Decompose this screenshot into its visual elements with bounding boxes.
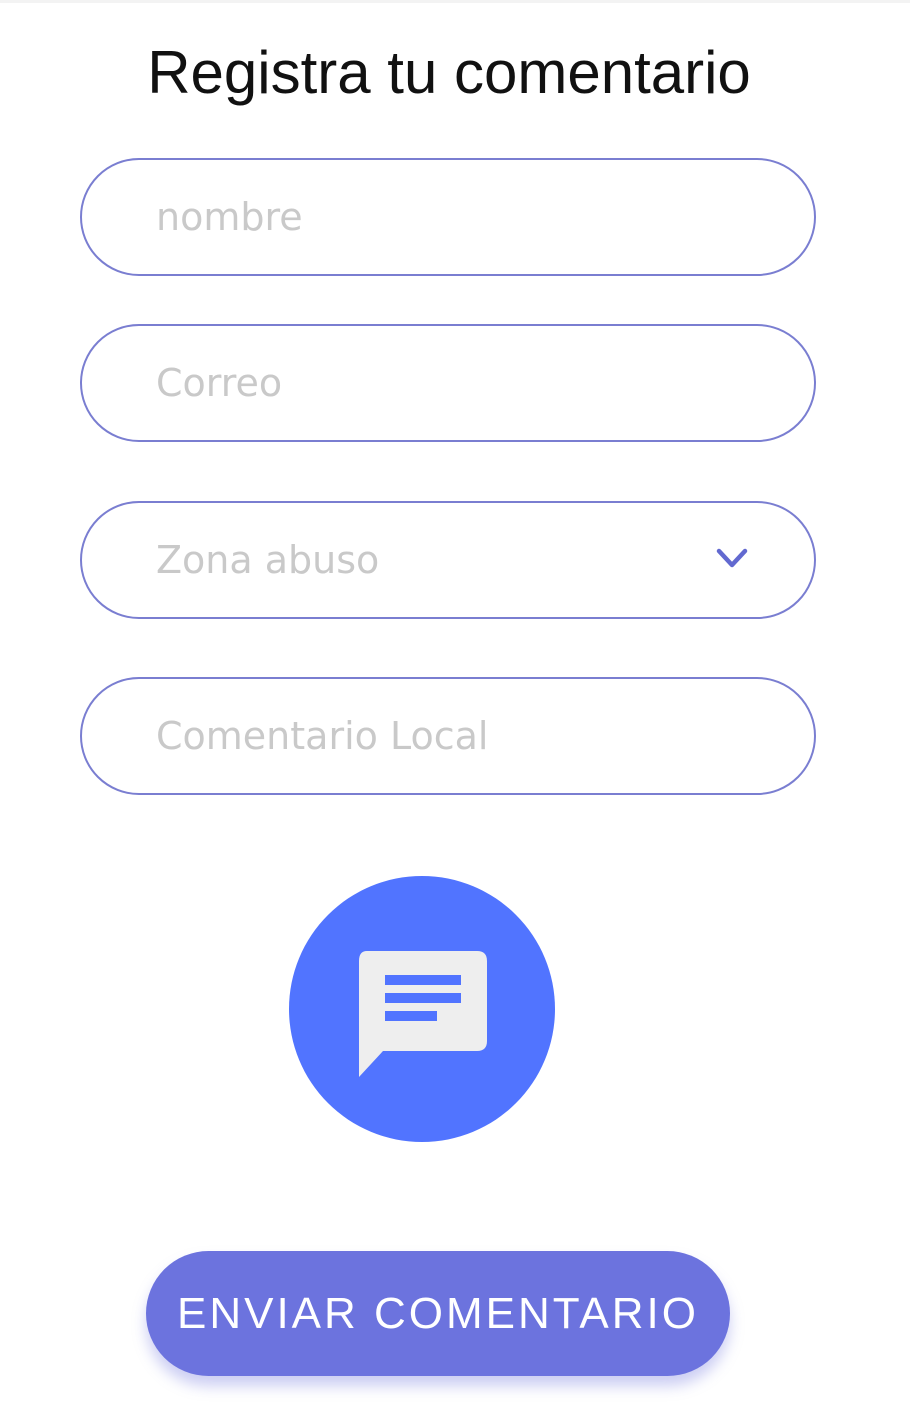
- name-input[interactable]: [156, 160, 716, 274]
- name-field-container: [80, 158, 816, 276]
- chevron-down-icon: [716, 548, 748, 568]
- comment-field-container: [80, 677, 816, 795]
- zone-select-value: Zona abuso: [156, 538, 380, 582]
- comment-button[interactable]: [289, 876, 555, 1142]
- email-input[interactable]: [156, 326, 716, 440]
- status-divider: [0, 0, 910, 3]
- comment-input[interactable]: [156, 679, 716, 793]
- zone-select[interactable]: Zona abuso: [80, 501, 816, 619]
- page-title: Registra tu comentario: [147, 39, 751, 106]
- email-field-container: [80, 324, 816, 442]
- message-icon: [359, 951, 487, 1077]
- submit-comment-button[interactable]: ENVIAR COMENTARIO: [146, 1251, 730, 1376]
